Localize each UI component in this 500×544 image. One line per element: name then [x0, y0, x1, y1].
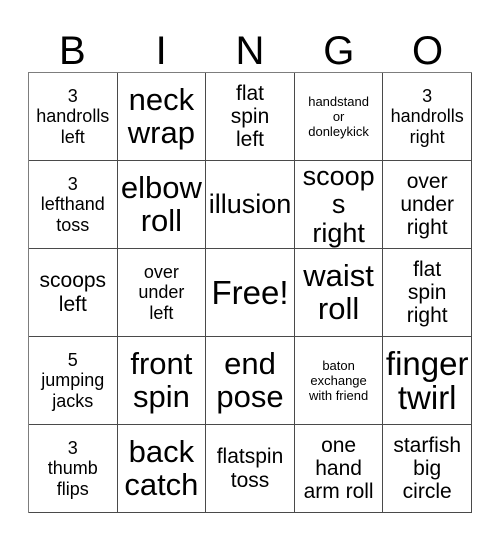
bingo-cell-label: 5 jumping jacks: [41, 350, 105, 411]
bingo-cell-label: Free!: [211, 273, 289, 311]
bingo-cell-label: front spin: [130, 346, 193, 414]
bingo-free-space[interactable]: Free!: [206, 249, 295, 337]
bingo-cell-label: flatspin toss: [216, 445, 284, 492]
header-letter-b: B: [59, 29, 86, 73]
bingo-cell[interactable]: neck wrap: [117, 73, 207, 161]
bingo-cell[interactable]: flat spin right: [383, 249, 472, 337]
bingo-cell[interactable]: scoops left: [29, 249, 118, 337]
bingo-cell[interactable]: over under left: [117, 249, 207, 337]
bingo-cell-label: back catch: [124, 434, 199, 502]
bingo-cell-label: scoops left: [39, 269, 107, 316]
bingo-cell[interactable]: flat spin left: [206, 73, 295, 161]
bingo-cell[interactable]: elbow roll: [117, 161, 207, 249]
bingo-cell[interactable]: scoops right: [294, 161, 384, 249]
header-letter-i: I: [155, 29, 167, 73]
bingo-cell-label: waist roll: [303, 258, 374, 326]
bingo-cell-label: baton exchange with friend: [308, 357, 369, 404]
bingo-cell-label: over under right: [400, 169, 455, 240]
bingo-cell-label: 3 handrolls right: [390, 86, 464, 147]
bingo-cell[interactable]: handstand or donleykick: [294, 73, 384, 161]
bingo-cell-label: starfish big circle: [393, 433, 462, 504]
header-letter-g: G: [323, 29, 355, 73]
bingo-grid: 3 handrolls left neck wrap flat spin left h…: [28, 72, 472, 513]
bingo-cell-label: neck wrap: [127, 82, 195, 150]
bingo-cell[interactable]: 3 handrolls left: [29, 73, 118, 161]
bingo-cell-label: scoops right: [302, 161, 375, 248]
bingo-cell-label: handstand or donleykick: [308, 93, 369, 140]
bingo-cell[interactable]: finger twirl: [383, 337, 472, 425]
bingo-cell[interactable]: illusion: [206, 161, 295, 249]
bingo-cell[interactable]: 3 thumb flips: [29, 425, 118, 513]
bingo-cell-label: illusion: [208, 189, 292, 220]
bingo-cell[interactable]: end pose: [206, 337, 295, 425]
bingo-cell[interactable]: 5 jumping jacks: [29, 337, 118, 425]
bingo-cell[interactable]: starfish big circle: [383, 425, 472, 513]
bingo-cell-label: over under left: [138, 262, 185, 323]
bingo-card: B I N G O 3 handrolls left neck wrap flat …: [0, 0, 500, 544]
bingo-cell-label: 3 thumb flips: [47, 438, 98, 499]
bingo-cell[interactable]: over under right: [383, 161, 472, 249]
bingo-cell[interactable]: 3 lefthand toss: [29, 161, 118, 249]
bingo-cell[interactable]: 3 handrolls right: [383, 73, 472, 161]
bingo-cell-label: elbow roll: [120, 170, 202, 238]
bingo-cell-label: 3 handrolls left: [36, 86, 110, 147]
bingo-cell-label: 3 lefthand toss: [40, 174, 105, 235]
bingo-header-row: B I N G O: [28, 16, 472, 72]
bingo-cell-label: one hand arm roll: [303, 433, 374, 504]
bingo-cell-label: flat spin right: [406, 257, 448, 328]
bingo-cell-label: end pose: [216, 346, 284, 414]
bingo-cell[interactable]: front spin: [117, 337, 207, 425]
bingo-cell-label: flat spin left: [230, 81, 270, 152]
bingo-cell[interactable]: flatspin toss: [206, 425, 295, 513]
header-letter-n: N: [235, 29, 265, 73]
bingo-cell[interactable]: baton exchange with friend: [294, 337, 384, 425]
bingo-cell[interactable]: waist roll: [294, 249, 384, 337]
bingo-cell[interactable]: back catch: [117, 425, 207, 513]
bingo-cell-label: finger twirl: [385, 344, 469, 416]
bingo-cell[interactable]: one hand arm roll: [294, 425, 384, 513]
header-letter-o: O: [412, 29, 444, 73]
